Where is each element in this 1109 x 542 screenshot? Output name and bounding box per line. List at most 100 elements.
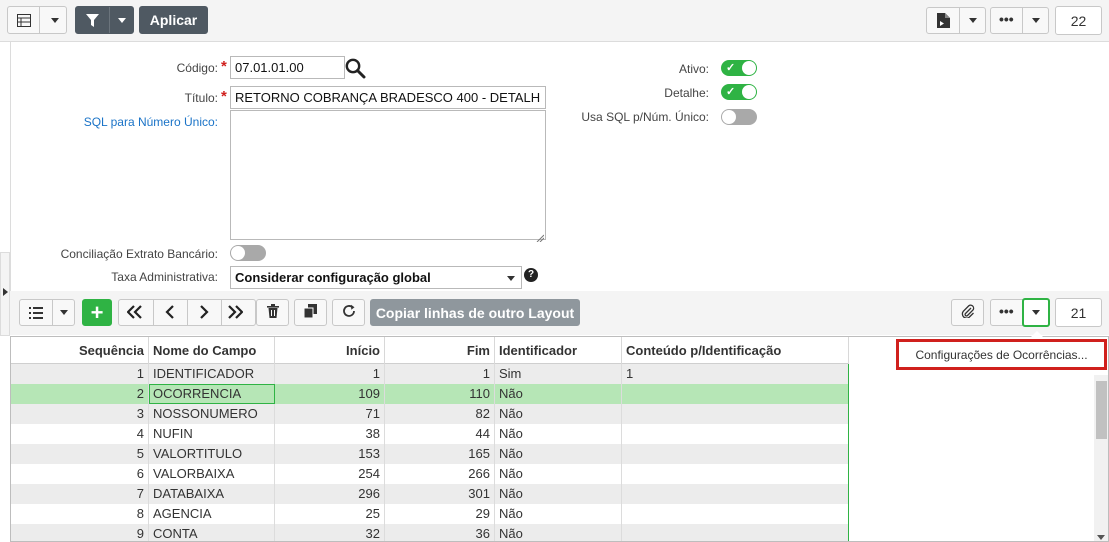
table-row[interactable]: 6 VALORBAIXA 254 266 Não — [11, 464, 849, 484]
chevron-down-icon[interactable] — [51, 18, 59, 23]
cell-identificador[interactable]: Não — [495, 384, 622, 404]
cell-inicio[interactable]: 25 — [275, 504, 385, 524]
cell-conteudo[interactable]: 1 — [622, 364, 849, 384]
report-button[interactable] — [926, 7, 986, 34]
chevron-down-icon[interactable] — [969, 18, 977, 23]
grid-view-mode-button[interactable] — [19, 299, 75, 326]
delete-button[interactable] — [256, 299, 289, 326]
sql-label[interactable]: SQL para Número Único: — [84, 115, 218, 129]
cell-conteudo[interactable] — [622, 484, 849, 504]
duplicate-button[interactable] — [294, 299, 327, 326]
chevron-down-icon[interactable] — [1032, 18, 1040, 23]
cell-nome[interactable]: NOSSONUMERO — [149, 404, 275, 424]
cell-conteudo[interactable] — [622, 384, 849, 404]
col-header-identificador[interactable]: Identificador — [495, 337, 622, 364]
cell-fim[interactable]: 110 — [385, 384, 495, 404]
filter-button[interactable] — [75, 6, 134, 34]
cell-conteudo[interactable] — [622, 524, 849, 541]
apply-button[interactable]: Aplicar — [139, 6, 208, 34]
cell-sequencia[interactable]: 8 — [11, 504, 149, 524]
sql-textarea[interactable] — [230, 110, 546, 240]
scroll-down-icon[interactable] — [1097, 535, 1105, 540]
table-row[interactable]: 9 CONTA 32 36 Não — [11, 524, 849, 541]
cell-fim[interactable]: 266 — [385, 464, 495, 484]
cell-conteudo[interactable] — [622, 404, 849, 424]
attach-button[interactable] — [951, 299, 984, 326]
conciliacao-toggle[interactable] — [230, 245, 266, 261]
copy-lines-button[interactable]: Copiar linhas de outro Layout — [370, 299, 580, 326]
codigo-input[interactable]: 07.01.01.00 — [230, 56, 345, 79]
refresh-button[interactable] — [332, 299, 365, 326]
next-page-icon[interactable] — [198, 304, 210, 323]
ativo-toggle[interactable]: ✓ — [721, 60, 757, 76]
chevron-down-icon[interactable] — [60, 310, 68, 315]
cell-identificador[interactable]: Não — [495, 524, 622, 541]
last-page-icon[interactable] — [227, 304, 244, 323]
cell-sequencia[interactable]: 1 — [11, 364, 149, 384]
cell-conteudo[interactable] — [622, 444, 849, 464]
table-row[interactable]: 8 AGENCIA 25 29 Não — [11, 504, 849, 524]
cell-conteudo[interactable] — [622, 504, 849, 524]
cell-nome[interactable]: VALORBAIXA — [149, 464, 275, 484]
cell-sequencia[interactable]: 9 — [11, 524, 149, 541]
chevron-down-icon[interactable] — [118, 18, 126, 23]
configuracoes-ocorrencias-menu-item[interactable]: Configurações de Ocorrências... — [896, 339, 1107, 370]
cell-inicio[interactable]: 153 — [275, 444, 385, 464]
cell-nome[interactable]: DATABAIXA — [149, 484, 275, 504]
cell-nome[interactable]: AGENCIA — [149, 504, 275, 524]
cell-conteudo[interactable] — [622, 424, 849, 444]
cell-nome[interactable]: OCORRENCIA — [149, 384, 275, 404]
cell-fim[interactable]: 44 — [385, 424, 495, 444]
cell-sequencia[interactable]: 2 — [11, 384, 149, 404]
table-row[interactable]: 5 VALORTITULO 153 165 Não — [11, 444, 849, 464]
cell-fim[interactable]: 36 — [385, 524, 495, 541]
cell-identificador[interactable]: Não — [495, 484, 622, 504]
cell-sequencia[interactable]: 3 — [11, 404, 149, 424]
cell-inicio[interactable]: 38 — [275, 424, 385, 444]
col-header-nome[interactable]: Nome do Campo — [149, 337, 275, 364]
taxa-select[interactable]: Considerar configuração global — [230, 266, 522, 289]
cell-sequencia[interactable]: 5 — [11, 444, 149, 464]
cell-identificador[interactable]: Não — [495, 464, 622, 484]
table-row[interactable]: 1 IDENTIFICADOR 1 1 Sim 1 — [11, 364, 849, 384]
cell-identificador[interactable]: Sim — [495, 364, 622, 384]
search-icon[interactable] — [345, 58, 366, 82]
cell-conteudo[interactable] — [622, 464, 849, 484]
cell-fim[interactable]: 82 — [385, 404, 495, 424]
cell-fim[interactable]: 301 — [385, 484, 495, 504]
cell-nome[interactable]: VALORTITULO — [149, 444, 275, 464]
cell-fim[interactable]: 29 — [385, 504, 495, 524]
cell-inicio[interactable]: 1 — [275, 364, 385, 384]
table-row[interactable]: 2 OCORRENCIA 109 110 Não — [11, 384, 849, 404]
titulo-input[interactable]: RETORNO COBRANÇA BRADESCO 400 - DETALH — [230, 86, 546, 109]
cell-nome[interactable]: IDENTIFICADOR — [149, 364, 275, 384]
first-page-icon[interactable] — [126, 304, 143, 323]
resize-handle-icon[interactable] — [536, 230, 545, 245]
col-header-sequencia[interactable]: Sequência — [11, 337, 149, 364]
cell-sequencia[interactable]: 4 — [11, 424, 149, 444]
table-row[interactable]: 7 DATABAIXA 296 301 Não — [11, 484, 849, 504]
add-row-button[interactable]: + — [82, 299, 112, 326]
cell-inicio[interactable]: 254 — [275, 464, 385, 484]
cell-inicio[interactable]: 32 — [275, 524, 385, 541]
col-header-fim[interactable]: Fim — [385, 337, 495, 364]
help-icon[interactable]: ? — [524, 268, 538, 282]
grid-actions-dropdown-button[interactable] — [1022, 298, 1050, 327]
cell-fim[interactable]: 165 — [385, 444, 495, 464]
cell-nome[interactable]: NUFIN — [149, 424, 275, 444]
cell-inicio[interactable]: 109 — [275, 384, 385, 404]
col-header-inicio[interactable]: Início — [275, 337, 385, 364]
side-panel-toggle[interactable] — [0, 252, 10, 336]
view-mode-button[interactable] — [7, 6, 67, 34]
cell-inicio[interactable]: 296 — [275, 484, 385, 504]
table-row[interactable]: 3 NOSSONUMERO 71 82 Não — [11, 404, 849, 424]
cell-identificador[interactable]: Não — [495, 424, 622, 444]
col-header-conteudo[interactable]: Conteúdo p/Identificação — [622, 337, 849, 364]
more-actions-button[interactable]: ••• — [990, 7, 1049, 34]
cell-sequencia[interactable]: 6 — [11, 464, 149, 484]
cell-identificador[interactable]: Não — [495, 504, 622, 524]
usa-sql-toggle[interactable] — [721, 109, 757, 125]
cell-sequencia[interactable]: 7 — [11, 484, 149, 504]
detalhe-toggle[interactable]: ✓ — [721, 84, 757, 100]
scrollbar-thumb[interactable] — [1096, 381, 1107, 439]
